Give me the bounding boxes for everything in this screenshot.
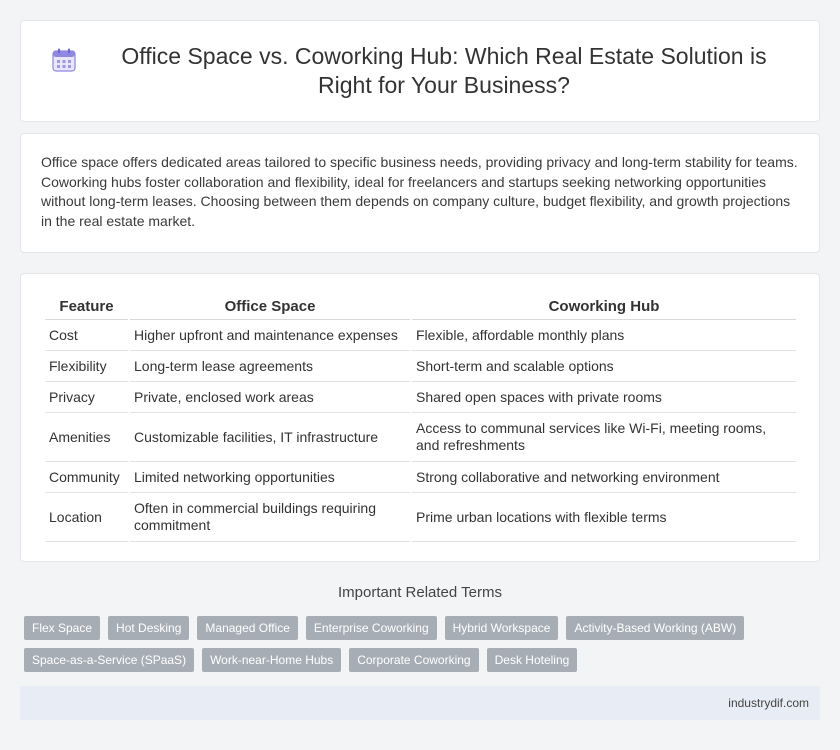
table-row: Amenities Customizable facilities, IT in… <box>45 413 796 462</box>
footer-site-link[interactable]: industrydif.com <box>728 696 809 710</box>
intro-card: Office space offers dedicated areas tail… <box>20 133 820 253</box>
intro-paragraph: Office space offers dedicated areas tail… <box>41 154 798 229</box>
related-terms-heading: Important Related Terms <box>338 584 502 601</box>
comparison-table-card: Feature Office Space Coworking Hub Cost … <box>20 273 820 562</box>
tag-activity-based-working[interactable]: Activity-Based Working (ABW) <box>566 616 745 640</box>
coworking-hub-cell: Shared open spaces with private rooms <box>412 382 796 413</box>
column-header-office-space: Office Space <box>130 295 410 320</box>
tag-enterprise-coworking[interactable]: Enterprise Coworking <box>305 616 437 640</box>
table-row: Community Limited networking opportuniti… <box>45 462 796 493</box>
column-header-coworking-hub: Coworking Hub <box>412 295 796 320</box>
tag-hot-desking[interactable]: Hot Desking <box>108 616 190 640</box>
tag-work-near-home-hubs[interactable]: Work-near-Home Hubs <box>202 648 342 672</box>
title-card: Office Space vs. Coworking Hub: Which Re… <box>20 20 820 122</box>
coworking-hub-cell: Flexible, affordable monthly plans <box>412 320 796 351</box>
table-row: Location Often in commercial buildings r… <box>45 493 796 542</box>
tag-hybrid-workspace[interactable]: Hybrid Workspace <box>444 616 559 640</box>
tag-managed-office[interactable]: Managed Office <box>197 616 298 640</box>
office-space-cell: Customizable facilities, IT infrastructu… <box>130 413 410 462</box>
page: Office Space vs. Coworking Hub: Which Re… <box>0 0 840 750</box>
feature-cell: Amenities <box>45 413 128 462</box>
coworking-hub-cell: Access to communal services like Wi-Fi, … <box>412 413 796 462</box>
feature-cell: Privacy <box>45 382 128 413</box>
coworking-hub-cell: Strong collaborative and networking envi… <box>412 462 796 493</box>
feature-cell: Cost <box>45 320 128 351</box>
tag-desk-hoteling[interactable]: Desk Hoteling <box>486 648 578 672</box>
office-space-cell: Often in commercial buildings requiring … <box>130 493 410 542</box>
tag-space-as-a-service[interactable]: Space-as-a-Service (SPaaS) <box>24 648 195 672</box>
tag-corporate-coworking[interactable]: Corporate Coworking <box>349 648 479 672</box>
column-header-feature: Feature <box>45 295 128 320</box>
office-space-cell: Long-term lease agreements <box>130 351 410 382</box>
table-row: Cost Higher upfront and maintenance expe… <box>45 320 796 351</box>
calendar-icon <box>52 48 76 72</box>
table-header-row: Feature Office Space Coworking Hub <box>45 295 796 320</box>
office-space-cell: Limited networking opportunities <box>130 462 410 493</box>
table-row: Flexibility Long-term lease agreements S… <box>45 351 796 382</box>
office-space-cell: Private, enclosed work areas <box>130 382 410 413</box>
coworking-hub-cell: Short-term and scalable options <box>412 351 796 382</box>
coworking-hub-cell: Prime urban locations with flexible term… <box>412 493 796 542</box>
page-title: Office Space vs. Coworking Hub: Which Re… <box>121 43 767 98</box>
tag-flex-space[interactable]: Flex Space <box>24 616 101 640</box>
office-space-cell: Higher upfront and maintenance expenses <box>130 320 410 351</box>
feature-cell: Location <box>45 493 128 542</box>
feature-cell: Flexibility <box>45 351 128 382</box>
comparison-table: Feature Office Space Coworking Hub Cost … <box>43 295 798 542</box>
related-terms-list: Flex Space Hot Desking Managed Office En… <box>24 616 824 680</box>
feature-cell: Community <box>45 462 128 493</box>
footer: industrydif.com <box>20 686 820 720</box>
table-row: Privacy Private, enclosed work areas Sha… <box>45 382 796 413</box>
